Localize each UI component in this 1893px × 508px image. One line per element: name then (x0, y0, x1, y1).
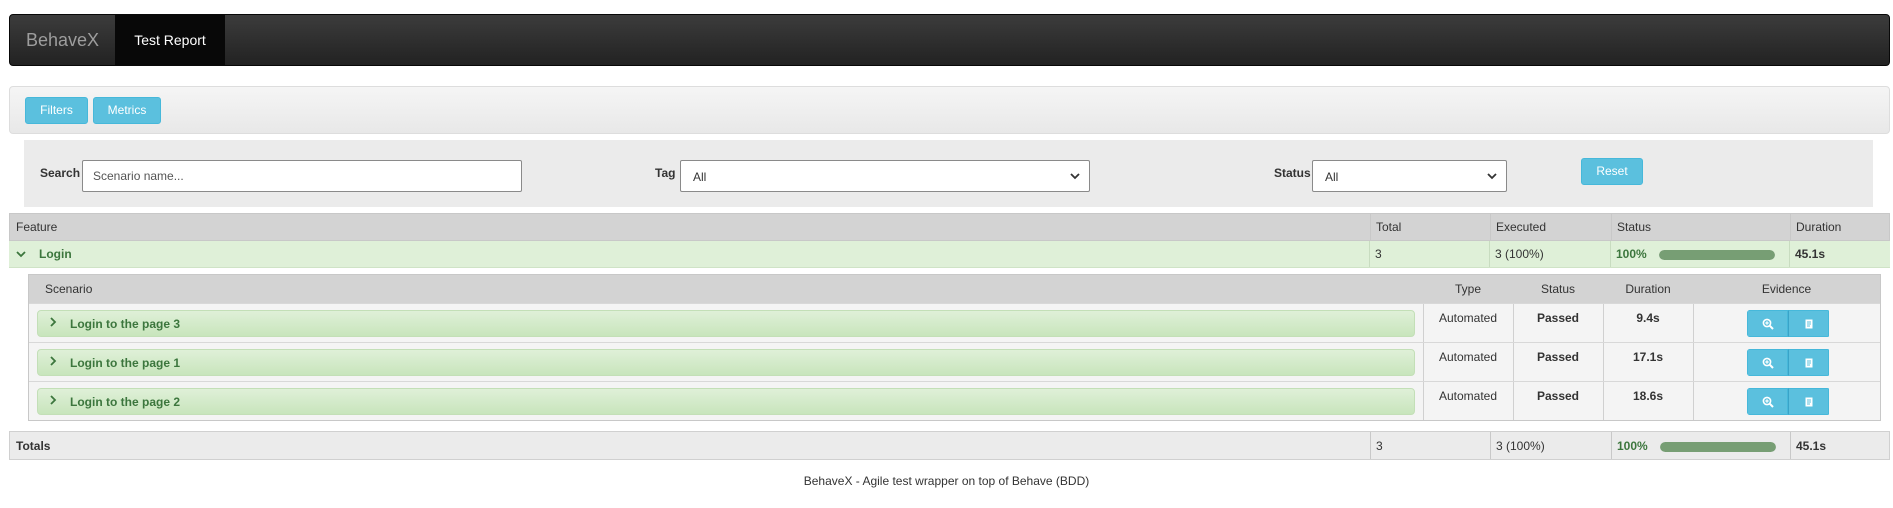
scenario-row: Login to the page 1 Automated Passed 17.… (29, 342, 1880, 381)
status-label: Status (1274, 166, 1311, 180)
features-table-header: Feature Total Executed Status Duration (9, 213, 1890, 241)
header-duration[interactable]: Duration (1790, 214, 1890, 240)
metrics-button[interactable]: Metrics (93, 97, 161, 124)
footer-text: BehaveX - Agile test wrapper on top of B… (803, 474, 1090, 488)
search-label: Search (40, 166, 81, 180)
scenario-duration: 18.6s (1632, 389, 1664, 403)
chevron-down-icon (1069, 168, 1081, 187)
scenario-name: Login to the page 1 (70, 355, 180, 370)
evidence-buttons (1747, 349, 1830, 376)
totals-total: 3 (1376, 438, 1383, 453)
zoom-in-button[interactable] (1747, 388, 1788, 415)
feature-row[interactable]: Login 3 3 (100%) 100% 45.1s (9, 241, 1890, 268)
totals-progress-bar (1660, 442, 1776, 452)
header-scenario[interactable]: Scenario (29, 275, 1423, 303)
header-type[interactable]: Type (1423, 275, 1513, 303)
log-file-button[interactable] (1788, 388, 1829, 415)
totals-label: Totals (16, 438, 51, 453)
search-plus-icon (1762, 396, 1774, 408)
search-plus-icon (1762, 357, 1774, 369)
totals-status-pct: 100% (1617, 438, 1648, 453)
scenario-toggle[interactable]: Login to the page 1 (37, 349, 1415, 376)
brand-logo[interactable]: BehaveX (26, 15, 99, 65)
header-evidence[interactable]: Evidence (1693, 275, 1880, 303)
chevron-right-icon (48, 355, 58, 370)
tag-label: Tag (655, 166, 676, 180)
scenario-type: Automated (1438, 389, 1498, 403)
totals-duration: 45.1s (1796, 438, 1827, 453)
scenarios-table: Scenario Type Status Duration Evidence L… (28, 274, 1881, 421)
feature-progress-fill (1659, 250, 1775, 260)
scenario-toggle[interactable]: Login to the page 2 (37, 388, 1415, 415)
scenario-duration: 9.4s (1636, 311, 1660, 325)
tab-test-report[interactable]: Test Report (115, 15, 225, 65)
filters-button[interactable]: Filters (25, 97, 88, 124)
zoom-in-button[interactable] (1747, 349, 1788, 376)
scenario-status: Passed (1536, 389, 1580, 403)
feature-total: 3 (1375, 247, 1382, 261)
status-select[interactable]: All (1312, 160, 1507, 192)
top-navbar: BehaveX Test Report (9, 14, 1890, 66)
tag-select[interactable]: All (680, 160, 1090, 192)
feature-name-cell[interactable]: Login (9, 241, 1369, 267)
chevron-down-icon[interactable] (15, 248, 27, 260)
scenario-name: Login to the page 3 (70, 316, 180, 331)
feature-name: Login (39, 247, 72, 261)
evidence-buttons (1747, 310, 1830, 337)
tag-select-value: All (693, 170, 707, 184)
feature-status-pct: 100% (1616, 247, 1647, 261)
totals-progress-fill (1660, 442, 1776, 452)
scenario-type: Automated (1438, 311, 1498, 325)
header-total[interactable]: Total (1370, 214, 1490, 240)
log-file-icon (1805, 319, 1812, 328)
feature-executed: 3 (100%) (1495, 247, 1544, 261)
log-file-button[interactable] (1788, 310, 1829, 337)
header-feature[interactable]: Feature (10, 214, 1370, 240)
log-file-button[interactable] (1788, 349, 1829, 376)
scenarios-table-header: Scenario Type Status Duration Evidence (29, 275, 1880, 303)
scenario-type: Automated (1438, 350, 1498, 364)
scenario-row: Login to the page 3 Automated Passed 9.4… (29, 303, 1880, 342)
scenario-status: Passed (1536, 311, 1580, 325)
chevron-right-icon (48, 394, 58, 409)
log-file-icon (1805, 397, 1812, 406)
log-file-icon (1805, 358, 1812, 367)
totals-executed: 3 (100%) (1496, 438, 1545, 453)
filter-panel: Search Tag All Status All Reset (24, 140, 1873, 207)
header-status[interactable]: Status (1513, 275, 1603, 303)
scenario-duration: 17.1s (1632, 350, 1664, 364)
feature-duration: 45.1s (1795, 247, 1826, 261)
search-plus-icon (1762, 318, 1774, 330)
scenario-name: Login to the page 2 (70, 394, 180, 409)
zoom-in-button[interactable] (1747, 310, 1788, 337)
scenario-status: Passed (1536, 350, 1580, 364)
status-select-value: All (1325, 170, 1339, 184)
totals-row: Totals 3 3 (100%) 100% 45.1s (9, 431, 1890, 460)
feature-progress-bar (1659, 250, 1775, 260)
search-input[interactable] (82, 160, 522, 192)
toolbar: Filters Metrics (9, 86, 1890, 134)
chevron-right-icon (48, 316, 58, 331)
scenario-toggle[interactable]: Login to the page 3 (37, 310, 1415, 337)
evidence-buttons (1747, 388, 1830, 415)
reset-button[interactable]: Reset (1581, 158, 1643, 185)
header-executed[interactable]: Executed (1490, 214, 1611, 240)
scenario-row: Login to the page 2 Automated Passed 18.… (29, 381, 1880, 420)
chevron-down-icon (1486, 168, 1498, 187)
header-duration[interactable]: Duration (1603, 275, 1693, 303)
header-status[interactable]: Status (1611, 214, 1790, 240)
